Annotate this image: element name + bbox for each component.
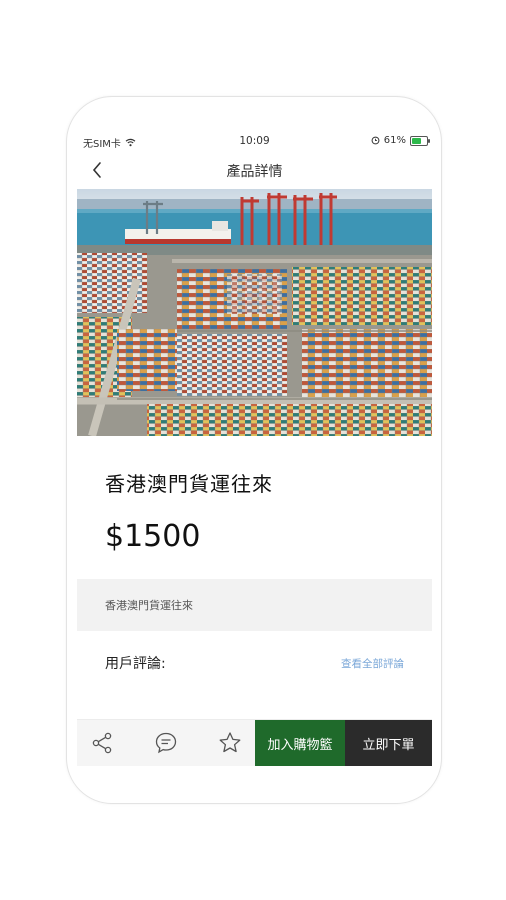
page-title: 產品詳情: [226, 164, 283, 180]
phone-frame: 无SIM卡 10:09 61% 產品詳情 香港澳門貨運往來 $1500 香港澳門…: [66, 96, 442, 804]
product-title: 香港澳門貨運往來: [105, 472, 273, 496]
product-image: [77, 189, 432, 436]
battery-fill: [412, 137, 421, 144]
app-screen: 无SIM卡 10:09 61% 產品詳情 香港澳門貨運往來 $1500 香港澳門…: [77, 127, 432, 767]
battery-icon: [410, 135, 430, 146]
container-port-photo: [77, 189, 432, 436]
reviews-heading: 用戶評論:: [105, 656, 166, 672]
product-description: 香港澳門貨運往來: [105, 599, 193, 612]
status-bar: 无SIM卡 10:09 61%: [77, 135, 432, 150]
add-to-cart-button[interactable]: 加入購物籃: [255, 720, 345, 766]
description-panel: 香港澳門貨運往來: [77, 579, 432, 631]
nav-bar: 產品詳情: [77, 157, 432, 183]
status-right: 61%: [371, 135, 430, 146]
buy-now-button[interactable]: 立即下單: [345, 720, 432, 766]
bottom-action-bar: 加入購物籃 立即下單: [77, 719, 432, 766]
share-icon[interactable]: [89, 730, 115, 756]
comment-icon[interactable]: [153, 730, 179, 756]
view-all-reviews-link[interactable]: 查看全部評論: [341, 656, 404, 671]
alarm-icon: [371, 136, 380, 145]
battery-percent: 61%: [383, 135, 406, 146]
star-icon[interactable]: [217, 730, 243, 756]
product-price: $1500: [105, 519, 201, 554]
